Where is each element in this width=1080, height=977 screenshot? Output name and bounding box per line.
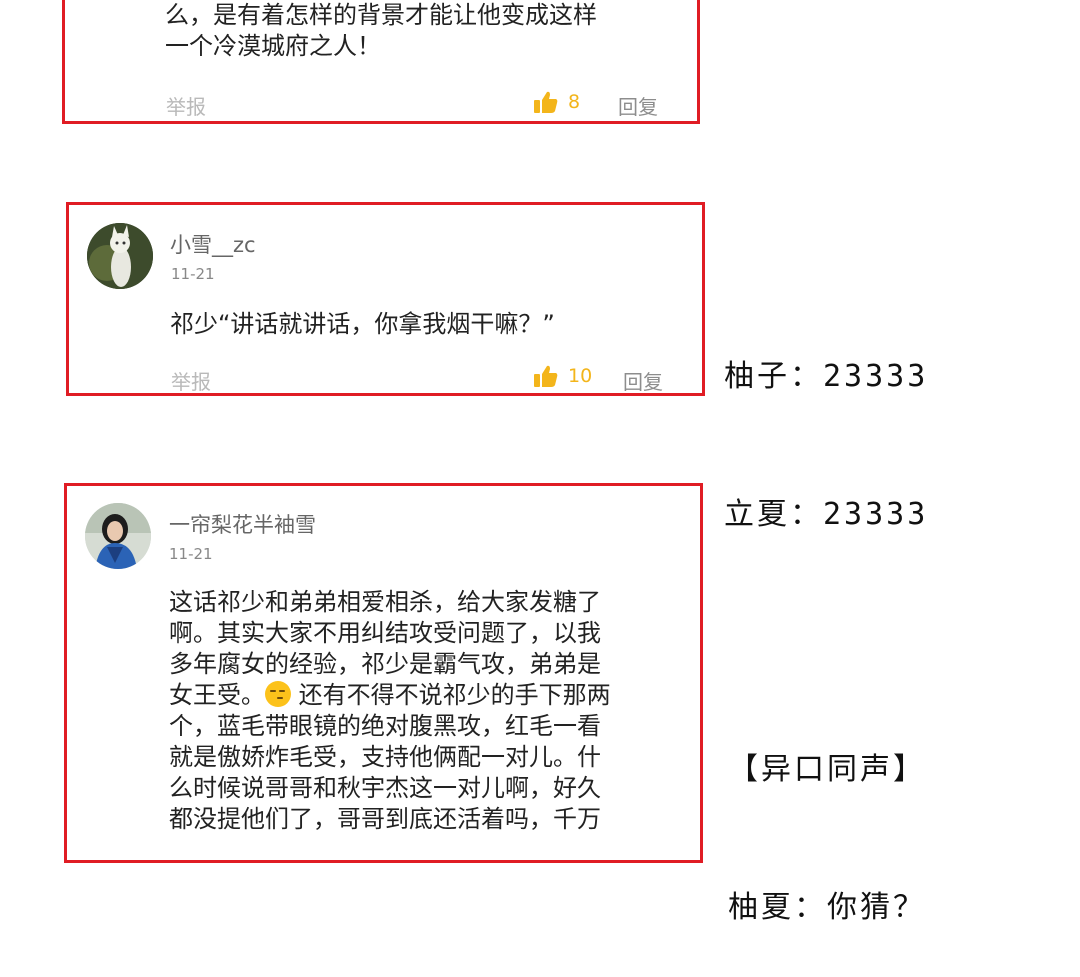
- side-note-line: 立夏：23333: [724, 497, 929, 532]
- reply-button[interactable]: 回复: [623, 366, 663, 395]
- thumbs-up-icon: [534, 91, 558, 113]
- comment-card-1: 么，是有着怎样的背景才能让他变成这样 一个冷漠城府之人！ 举报 8 回复: [62, 0, 700, 124]
- avatar[interactable]: [85, 503, 151, 569]
- like-count: 10: [568, 365, 593, 387]
- side-notes-group-1: 柚子：23333 立夏：23333: [724, 262, 928, 584]
- side-notes-group-2: 【异口同声】 柚夏：你猜？: [728, 655, 926, 977]
- side-note-line: 柚子：23333: [724, 359, 929, 394]
- comment-card-2: 小雪__zc 11-21 祁少“讲话就讲话，你拿我烟干嘛？” 举报 10 回复: [66, 202, 705, 396]
- avatar[interactable]: [87, 223, 153, 289]
- side-note-line: 【异口同声】: [728, 752, 926, 787]
- comment-date: 11-21: [169, 545, 213, 563]
- report-button[interactable]: 举报: [166, 91, 206, 120]
- username[interactable]: 小雪__zc: [170, 229, 256, 259]
- reply-button[interactable]: 回复: [618, 91, 658, 120]
- side-note-fragment: · · · ·: [770, 0, 981, 16]
- like-count: 8: [568, 91, 581, 113]
- smirk-emoji-icon: [265, 681, 291, 707]
- comment-text: 么，是有着怎样的背景才能让他变成这样 一个冷漠城府之人！: [165, 1, 597, 60]
- like-button[interactable]: 8: [534, 91, 580, 113]
- like-button[interactable]: 10: [534, 365, 592, 387]
- comment-card-3: 一帘梨花半袖雪 11-21 这话祁少和弟弟相爱相杀，给大家发糖了 啊。其实大家不…: [64, 483, 703, 863]
- side-note-line: 柚夏：你猜？: [728, 890, 926, 925]
- comment-text: 这话祁少和弟弟相爱相杀，给大家发糖了 啊。其实大家不用纠结攻受问题了，以我 多年…: [169, 588, 611, 833]
- comment-date: 11-21: [171, 265, 215, 283]
- comment-text: 祁少“讲话就讲话，你拿我烟干嘛？”: [170, 310, 555, 338]
- username[interactable]: 一帘梨花半袖雪: [169, 509, 316, 539]
- report-button[interactable]: 举报: [171, 366, 211, 395]
- thumbs-up-icon: [534, 365, 558, 387]
